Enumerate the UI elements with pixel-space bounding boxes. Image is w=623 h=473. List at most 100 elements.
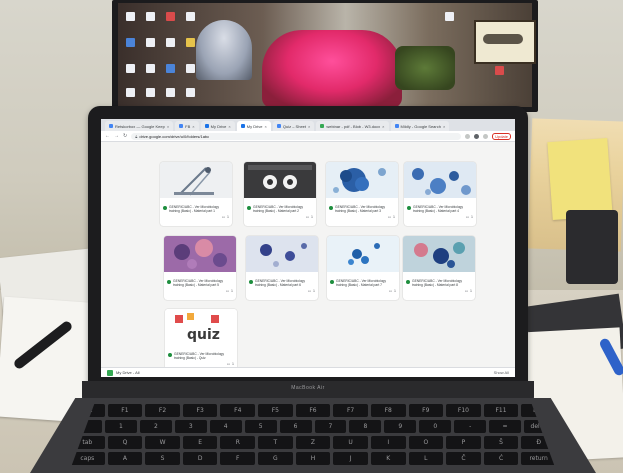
key[interactable]: F4 xyxy=(220,404,256,417)
browser-tab[interactable]: Retskorbox — Google Keep × xyxy=(105,121,174,131)
slides-icon xyxy=(249,280,253,284)
drive-file-card[interactable]: GENERIC/ABC - Ver Microbiology training … xyxy=(160,162,232,226)
key[interactable]: F9 xyxy=(408,404,444,417)
close-icon[interactable]: × xyxy=(382,124,384,129)
drive-file-card[interactable]: quiz GENERIC/ABC - Ver Microbiology trai… xyxy=(165,309,237,373)
key[interactable]: A xyxy=(107,452,143,465)
key[interactable]: P xyxy=(446,436,481,449)
key[interactable]: S xyxy=(145,452,180,465)
close-icon[interactable]: × xyxy=(167,124,169,129)
desktop-file-icon[interactable] xyxy=(146,64,155,73)
key[interactable]: 2 xyxy=(139,420,172,433)
desktop-file-icon[interactable] xyxy=(186,88,195,97)
desktop-folder-icon[interactable] xyxy=(186,38,195,47)
back-arrow-icon[interactable]: ← xyxy=(105,133,110,139)
key[interactable]: J xyxy=(333,452,368,465)
key[interactable]: 5 xyxy=(244,420,277,433)
desktop-file-icon[interactable] xyxy=(146,12,155,21)
wall-sign-calligraphy xyxy=(483,34,523,44)
extensions-icon[interactable] xyxy=(474,133,480,139)
key[interactable]: F7 xyxy=(333,404,368,417)
key[interactable]: D xyxy=(182,452,218,465)
key[interactable]: E xyxy=(182,436,218,449)
key[interactable]: U xyxy=(333,436,368,449)
key[interactable]: F xyxy=(220,452,256,465)
key[interactable]: K xyxy=(370,452,406,465)
key[interactable]: 7 xyxy=(314,420,347,433)
browser-tab[interactable]: Quiz – Sheet × xyxy=(272,121,315,131)
drive-file-card[interactable]: GENERIC/ABC - Ver Microbiology training … xyxy=(327,236,399,300)
key[interactable]: Ć xyxy=(483,452,519,465)
key[interactable]: F2 xyxy=(145,404,180,417)
desktop-file-icon[interactable] xyxy=(166,38,175,47)
close-icon[interactable]: × xyxy=(192,124,194,129)
key[interactable]: F5 xyxy=(258,404,293,417)
star-icon[interactable] xyxy=(465,133,471,139)
key[interactable]: Q xyxy=(107,436,143,449)
desktop-file-icon[interactable] xyxy=(146,38,155,47)
key[interactable]: I xyxy=(370,436,406,449)
desktop-file-icon[interactable] xyxy=(186,64,195,73)
browser-tab[interactable]: FB × xyxy=(175,121,199,131)
key[interactable]: 9 xyxy=(384,420,417,433)
desktop-file-icon[interactable] xyxy=(126,88,135,97)
key[interactable]: 8 xyxy=(349,420,382,433)
key[interactable]: - xyxy=(454,420,487,433)
key[interactable]: L xyxy=(408,452,444,465)
desktop-doc-icon[interactable] xyxy=(126,38,135,47)
drive-file-card[interactable]: GENERIC/ABC - Ver Microbiology training … xyxy=(326,162,398,226)
key[interactable]: 1 xyxy=(104,420,137,433)
download-item-label[interactable]: My Drive - All xyxy=(116,370,140,375)
key[interactable]: Z xyxy=(295,436,331,449)
key[interactable]: T xyxy=(258,436,293,449)
browser-tab[interactable]: Mildly - Google Search × xyxy=(390,121,450,131)
desktop-file-icon[interactable] xyxy=(146,88,155,97)
key[interactable]: F8 xyxy=(370,404,406,417)
close-icon[interactable]: × xyxy=(265,124,267,129)
key[interactable]: G xyxy=(258,452,293,465)
key[interactable]: = xyxy=(489,420,522,433)
key[interactable]: 6 xyxy=(279,420,312,433)
close-icon[interactable]: × xyxy=(308,124,310,129)
desktop-doc-icon[interactable] xyxy=(166,64,175,73)
update-button[interactable]: Update xyxy=(492,132,511,140)
key[interactable]: W xyxy=(145,436,180,449)
desktop-file-icon[interactable] xyxy=(186,12,195,21)
key[interactable]: F10 xyxy=(446,404,481,417)
key[interactable]: 4 xyxy=(209,420,242,433)
desktop-file-icon[interactable] xyxy=(126,64,135,73)
key[interactable]: F3 xyxy=(182,404,218,417)
desktop-pdf-icon[interactable] xyxy=(495,66,504,75)
reload-icon[interactable]: ↻ xyxy=(123,133,127,139)
close-icon[interactable]: × xyxy=(443,124,445,129)
show-all-button[interactable]: Show All xyxy=(494,370,509,375)
key[interactable]: F11 xyxy=(483,404,519,417)
key[interactable]: H xyxy=(295,452,331,465)
browser-tab[interactable]: webinar - pdf - Blob - W3.docx × xyxy=(316,121,389,131)
key[interactable]: 0 xyxy=(419,420,452,433)
key[interactable]: F1 xyxy=(107,404,143,417)
key[interactable]: Č xyxy=(446,452,481,465)
key[interactable]: 3 xyxy=(174,420,207,433)
drive-file-card[interactable]: GENERIC/ABC - Ver Microbiology training … xyxy=(404,162,476,226)
drive-file-card[interactable]: GENERIC/ABC - Ver Microbiology training … xyxy=(403,236,475,300)
key[interactable]: R xyxy=(220,436,256,449)
key[interactable]: F6 xyxy=(295,404,331,417)
drive-file-card[interactable]: GENERIC/ABC - Ver Microbiology training … xyxy=(244,162,316,226)
lab-equipment-thumbnail xyxy=(160,162,232,198)
browser-tab[interactable]: My Drive × xyxy=(200,121,235,131)
laptop-keyboard: esc F1 F2 F3 F4 F5 F6 F7 F8 F9 F10 F11 F… xyxy=(70,404,556,470)
desktop-file-icon[interactable] xyxy=(166,88,175,97)
key[interactable]: O xyxy=(408,436,444,449)
key[interactable]: Š xyxy=(483,436,519,449)
address-bar[interactable]: 🔒︎ drive.google.com/drive/u/0/folders/1a… xyxy=(131,132,462,140)
drive-file-card[interactable]: GENERIC/ABC - Ver Microbiology training … xyxy=(246,236,318,300)
browser-tab-active[interactable]: My Drive × xyxy=(236,121,271,131)
profile-avatar-icon[interactable] xyxy=(483,133,489,139)
desktop-file-icon[interactable] xyxy=(126,12,135,21)
desktop-file-icon[interactable] xyxy=(445,12,454,21)
close-icon[interactable]: × xyxy=(228,124,230,129)
desktop-pdf-icon[interactable] xyxy=(166,12,175,21)
forward-arrow-icon[interactable]: → xyxy=(114,133,119,139)
drive-file-card[interactable]: GENERIC/ABC - Ver Microbiology training … xyxy=(164,236,236,300)
